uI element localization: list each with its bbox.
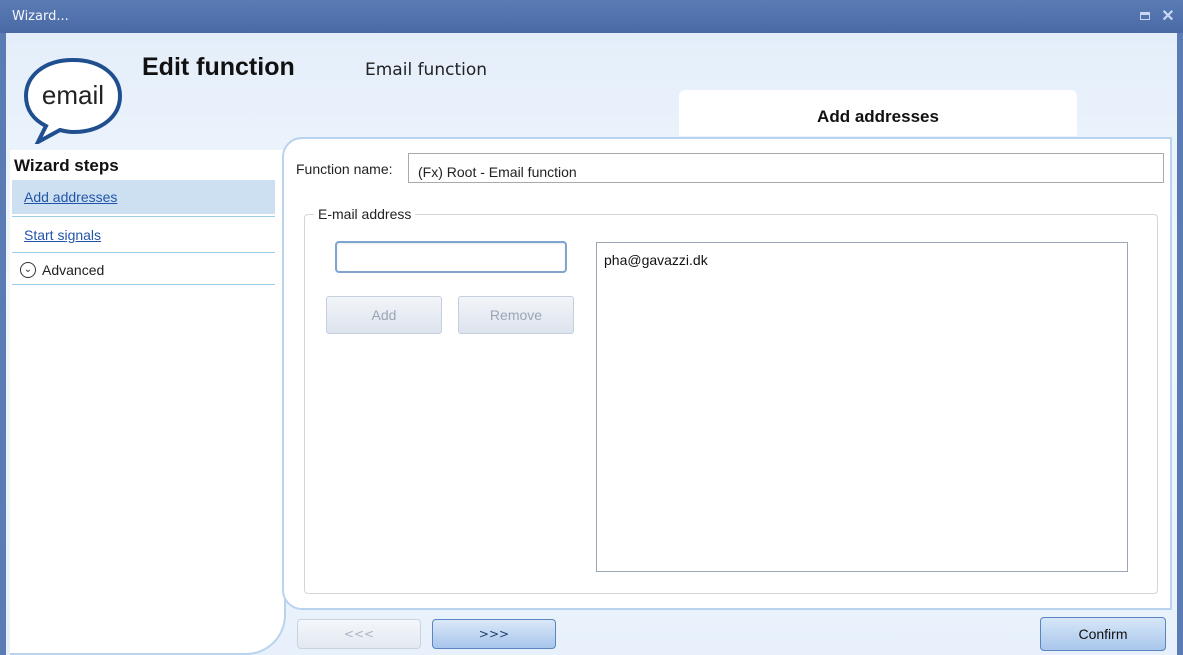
window-title: Wizard... [12,9,69,24]
sidebar-divider [12,284,275,285]
email-logo-icon: email [23,57,123,144]
sidebar-item-label: Advanced [42,262,105,278]
remove-button[interactable]: Remove [458,296,574,334]
chevron-down-circle-icon[interactable]: ⌄ [20,262,36,278]
email-address-input[interactable] [335,241,567,273]
email-address-list[interactable]: pha@gavazzi.dk [596,242,1128,572]
page-subtitle: Email function [365,60,488,80]
sidebar-item-start-signals[interactable]: Start signals [12,218,275,252]
title-bar: Wizard... ✕ [0,0,1183,33]
sidebar-item-label[interactable]: Add addresses [24,189,117,205]
maximize-icon[interactable] [1139,11,1153,23]
sidebar-heading: Wizard steps [14,156,119,175]
next-step-button[interactable]: >>> [432,619,556,649]
sidebar-item-label[interactable]: Start signals [24,227,101,243]
function-name-input[interactable] [408,153,1164,183]
current-step-tab: Add addresses [679,90,1077,136]
sidebar-item-advanced[interactable]: ⌄ Advanced [12,253,275,287]
close-icon[interactable]: ✕ [1161,9,1175,25]
logo-text: email [42,80,104,110]
function-name-label: Function name: [296,161,393,177]
list-item[interactable]: pha@gavazzi.dk [604,252,708,268]
confirm-button[interactable]: Confirm [1040,617,1166,651]
sidebar-divider [12,216,275,217]
page-title: Edit function [142,53,295,81]
previous-step-button[interactable]: <<< [297,619,421,649]
email-address-group-label: E-mail address [314,206,416,222]
add-button[interactable]: Add [326,296,442,334]
sidebar-item-add-addresses[interactable]: Add addresses [12,180,275,214]
